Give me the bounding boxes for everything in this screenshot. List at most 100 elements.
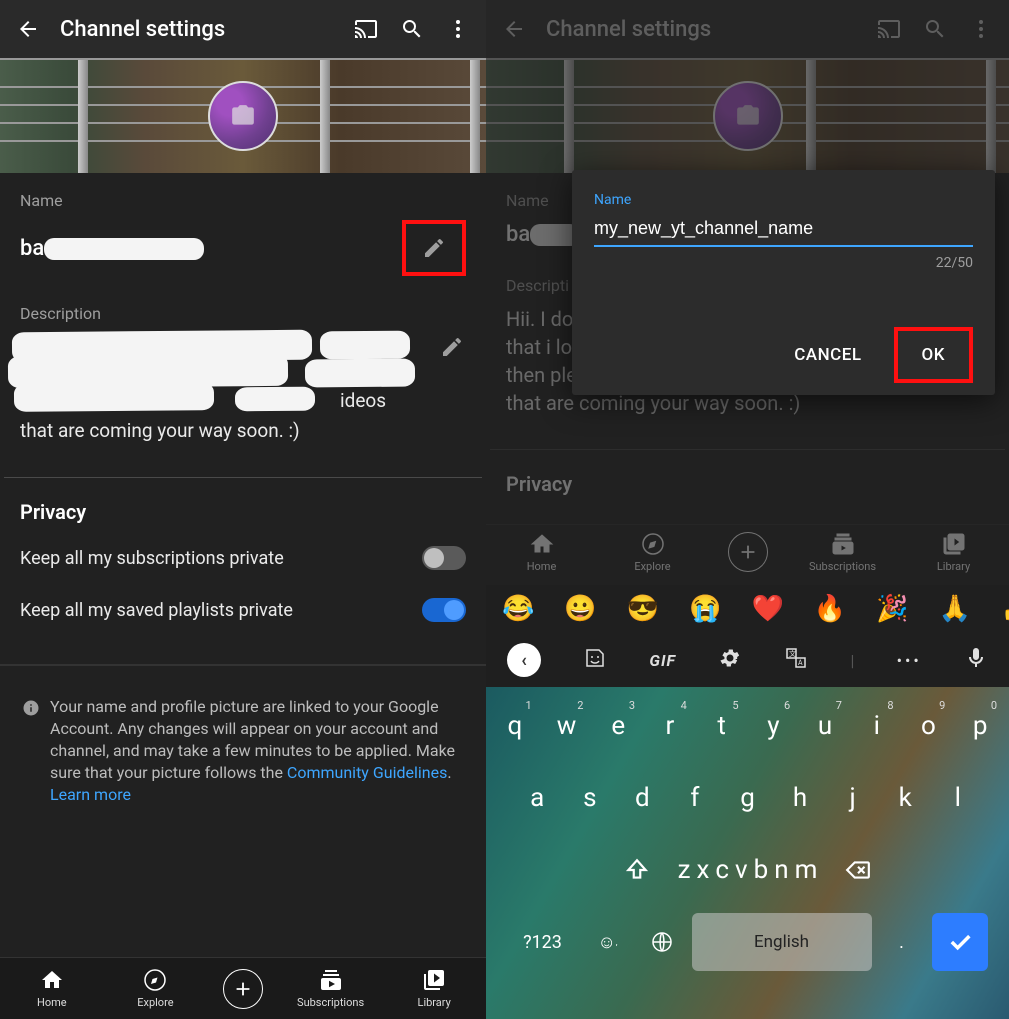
nav-home[interactable]: Home: [506, 532, 578, 573]
emoji-key[interactable]: ☺,: [584, 913, 632, 971]
description-label: Description: [20, 304, 466, 323]
key-f[interactable]: f: [672, 769, 719, 827]
key-m[interactable]: m: [795, 841, 818, 899]
key-k[interactable]: k: [882, 769, 929, 827]
kb-collapse-icon[interactable]: ‹: [507, 643, 541, 677]
description-section: Description ideos that are coming your w…: [0, 286, 486, 455]
key-d[interactable]: d: [619, 769, 666, 827]
virtual-keyboard: q1w2e3r4t5y6u7i8o9p0 asdfghjkl zxcvbnm ?…: [486, 687, 1009, 1019]
nav-explore[interactable]: Explore: [617, 532, 689, 573]
key-e[interactable]: e3: [595, 697, 641, 755]
nav-subscriptions[interactable]: Subscriptions: [807, 532, 879, 573]
divider: [490, 449, 1005, 450]
key-w[interactable]: w2: [544, 697, 590, 755]
redacted: [44, 238, 204, 260]
key-r[interactable]: r4: [647, 697, 693, 755]
cast-icon[interactable]: [352, 15, 380, 43]
community-guidelines-link[interactable]: Community Guidelines: [287, 763, 447, 782]
gif-button[interactable]: GIF: [649, 651, 676, 670]
nav-create[interactable]: [223, 969, 263, 1009]
svg-text:A: A: [798, 659, 803, 667]
nav-explore[interactable]: Explore: [119, 968, 191, 1009]
privacy-heading: Privacy: [0, 500, 486, 532]
key-j[interactable]: j: [829, 769, 876, 827]
key-q[interactable]: q1: [492, 697, 538, 755]
app-header: Channel settings: [0, 0, 486, 58]
emoji-key[interactable]: 😂: [502, 594, 534, 624]
cancel-button[interactable]: CANCEL: [780, 337, 875, 373]
name-input[interactable]: [594, 214, 973, 247]
key-n[interactable]: n: [774, 841, 788, 899]
symbols-key[interactable]: ?123: [508, 913, 578, 971]
search-icon[interactable]: [921, 15, 949, 43]
key-l[interactable]: l: [934, 769, 981, 827]
channel-name-value: ba: [506, 222, 580, 247]
key-u[interactable]: u7: [802, 697, 848, 755]
key-z[interactable]: z: [678, 841, 691, 899]
ok-button[interactable]: OK: [908, 337, 959, 373]
key-g[interactable]: g: [724, 769, 771, 827]
emoji-key[interactable]: 🔥: [814, 594, 846, 624]
more-icon[interactable]: [967, 15, 995, 43]
key-h[interactable]: h: [777, 769, 824, 827]
avatar[interactable]: [713, 81, 783, 151]
key-t[interactable]: t5: [699, 697, 745, 755]
backspace-key[interactable]: [823, 841, 893, 899]
channel-banner: [0, 58, 486, 173]
avatar[interactable]: [208, 81, 278, 151]
shift-key[interactable]: [602, 841, 672, 899]
edit-name-highlight: [402, 220, 466, 276]
key-y[interactable]: y6: [751, 697, 797, 755]
pencil-icon[interactable]: [420, 234, 448, 262]
period-key[interactable]: .: [878, 913, 926, 971]
toggle-subscriptions[interactable]: [422, 546, 466, 570]
emoji-key[interactable]: 😎: [627, 594, 659, 624]
back-icon[interactable]: [500, 15, 528, 43]
cast-icon[interactable]: [875, 15, 903, 43]
nav-library[interactable]: Library: [918, 532, 990, 573]
nav-create[interactable]: [728, 532, 768, 572]
sticker-icon[interactable]: [583, 646, 607, 674]
key-x[interactable]: x: [697, 841, 710, 899]
screenshot-left: Channel settings Name ba: [0, 0, 486, 1019]
account-info-block: Your name and profile picture are linked…: [0, 666, 486, 824]
nav-subscriptions[interactable]: Subscriptions: [295, 968, 367, 1009]
settings-icon[interactable]: [718, 646, 742, 674]
search-icon[interactable]: [398, 15, 426, 43]
info-icon: [22, 699, 40, 717]
key-v[interactable]: v: [735, 841, 748, 899]
more-icon[interactable]: •••: [897, 651, 922, 670]
space-key[interactable]: English: [692, 913, 872, 971]
privacy-playlists-row[interactable]: Keep all my saved playlists private: [0, 584, 486, 636]
app-header: Channel settings: [486, 0, 1009, 58]
more-icon[interactable]: [444, 15, 472, 43]
key-p[interactable]: p0: [957, 697, 1003, 755]
key-s[interactable]: s: [567, 769, 614, 827]
translate-icon[interactable]: 文A: [784, 646, 808, 674]
nav-library[interactable]: Library: [398, 968, 470, 1009]
emoji-key[interactable]: 🎉: [876, 594, 908, 624]
dialog-field-label: Name: [594, 192, 973, 208]
enter-key[interactable]: [932, 913, 988, 971]
emoji-key[interactable]: 👍: [1001, 594, 1009, 624]
key-i[interactable]: i8: [854, 697, 900, 755]
privacy-subscriptions-row[interactable]: Keep all my subscriptions private: [0, 532, 486, 584]
key-a[interactable]: a: [514, 769, 561, 827]
language-key[interactable]: [638, 913, 686, 971]
emoji-key[interactable]: 😀: [564, 594, 596, 624]
emoji-key[interactable]: ❤️: [752, 594, 784, 624]
char-counter: 22/50: [594, 255, 973, 271]
emoji-key[interactable]: 🙏: [939, 594, 971, 624]
back-icon[interactable]: [14, 15, 42, 43]
nav-home[interactable]: Home: [16, 968, 88, 1009]
key-b[interactable]: b: [754, 841, 769, 899]
key-o[interactable]: o9: [906, 697, 952, 755]
keyboard-toolbar: ‹ GIF 文A | •••: [486, 633, 1009, 687]
name-label: Name: [20, 191, 466, 210]
key-c[interactable]: c: [715, 841, 729, 899]
mic-icon[interactable]: [964, 646, 988, 674]
learn-more-link[interactable]: Learn more: [50, 785, 131, 804]
emoji-key[interactable]: 😭: [689, 594, 721, 624]
pencil-icon[interactable]: [438, 333, 466, 361]
toggle-playlists[interactable]: [422, 598, 466, 622]
